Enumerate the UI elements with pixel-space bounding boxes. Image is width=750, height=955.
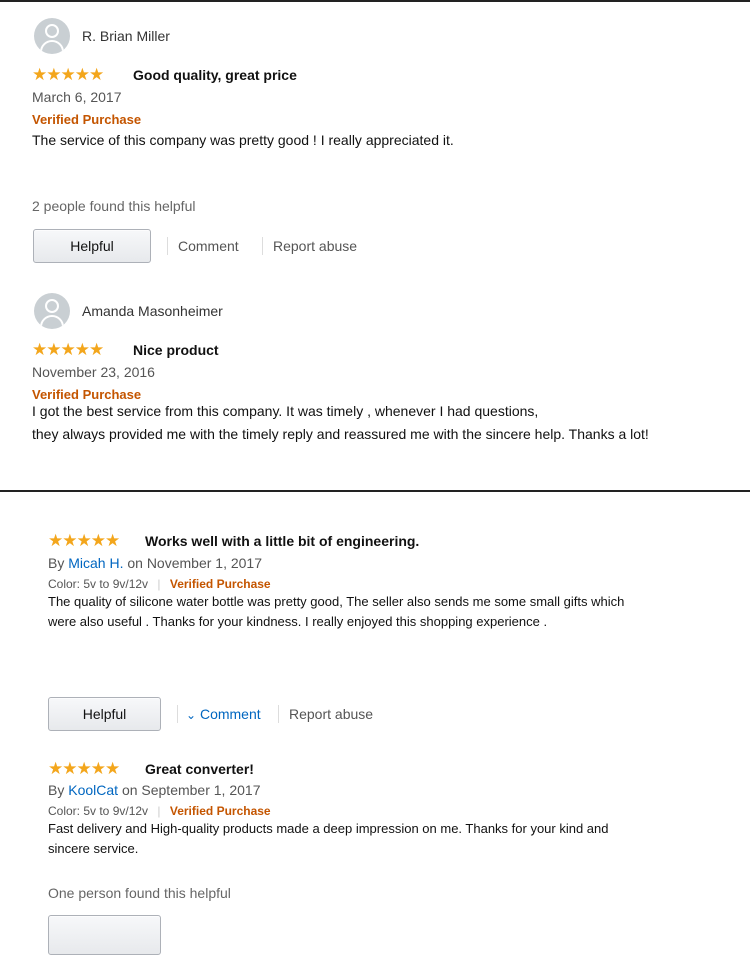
review-date: on September 1, 2017 xyxy=(121,782,261,798)
reviewer-name[interactable]: Amanda Masonheimer xyxy=(82,303,223,319)
star-rating-icon[interactable]: ★★★★★ xyxy=(48,532,120,549)
avatar-icon xyxy=(34,293,70,329)
review-meta: Color: 5v to 9v/12v | Verified Purchase xyxy=(48,577,271,591)
separator xyxy=(177,705,178,723)
helpful-button[interactable]: Helpful xyxy=(33,229,151,263)
verified-badge: Verified Purchase xyxy=(32,112,142,127)
helpful-button-partial[interactable] xyxy=(48,915,161,955)
star-rating-icon[interactable]: ★★★★★ xyxy=(32,341,104,358)
review-date: on November 1, 2017 xyxy=(127,555,262,571)
review-text: The service of this company was pretty g… xyxy=(32,132,454,148)
review-byline: By KoolCat on September 1, 2017 xyxy=(48,782,260,798)
review-text-line: were also useful . Thanks for your kindn… xyxy=(48,614,548,629)
verified-badge: Verified Purchase xyxy=(169,804,271,818)
star-rating-icon[interactable]: ★★★★★ xyxy=(32,66,104,83)
review-date: March 6, 2017 xyxy=(32,89,122,105)
author-link[interactable]: Micah H. xyxy=(68,555,123,571)
review-title[interactable]: Nice product xyxy=(133,342,219,358)
review-title[interactable]: Good quality, great price xyxy=(133,67,297,83)
author-link[interactable]: KoolCat xyxy=(68,782,118,798)
comment-label: Comment xyxy=(199,706,261,722)
helpful-count: 2 people found this helpful xyxy=(32,198,196,214)
reviewer-name[interactable]: R. Brian Miller xyxy=(82,28,170,44)
verified-badge: Verified Purchase xyxy=(169,577,271,591)
report-abuse-link[interactable]: Report abuse xyxy=(289,706,373,722)
separator xyxy=(262,237,263,255)
review-text-line: sincere service. xyxy=(48,841,139,856)
chevron-down-icon: ⌄ xyxy=(186,708,197,722)
section-divider xyxy=(0,490,750,492)
review-title[interactable]: Works well with a little bit of engineer… xyxy=(145,533,419,549)
separator xyxy=(278,705,279,723)
by-prefix: By xyxy=(48,782,65,798)
color-variant[interactable]: Color: 5v to 9v/12v xyxy=(48,577,148,591)
helpful-count: One person found this helpful xyxy=(48,885,231,901)
top-divider xyxy=(0,0,750,2)
review-title[interactable]: Great converter! xyxy=(145,761,254,777)
avatar-icon xyxy=(34,18,70,54)
color-variant[interactable]: Color: 5v to 9v/12v xyxy=(48,804,148,818)
comment-link[interactable]: ⌄ Comment xyxy=(186,706,261,722)
helpful-button[interactable]: Helpful xyxy=(48,697,161,731)
by-prefix: By xyxy=(48,555,65,571)
star-rating-icon[interactable]: ★★★★★ xyxy=(48,760,120,777)
review-date: November 23, 2016 xyxy=(32,364,155,380)
review-text-line: Fast delivery and High-quality products … xyxy=(48,821,609,836)
review-text-line: they always provided me with the timely … xyxy=(32,426,649,442)
separator xyxy=(167,237,168,255)
verified-badge: Verified Purchase xyxy=(32,387,142,402)
review-text-line: The quality of silicone water bottle was… xyxy=(48,594,625,609)
review-byline: By Micah H. on November 1, 2017 xyxy=(48,555,262,571)
report-abuse-link[interactable]: Report abuse xyxy=(273,238,357,254)
review-text-line: I got the best service from this company… xyxy=(32,403,539,419)
review-meta: Color: 5v to 9v/12v | Verified Purchase xyxy=(48,804,271,818)
comment-link[interactable]: Comment xyxy=(178,238,239,254)
